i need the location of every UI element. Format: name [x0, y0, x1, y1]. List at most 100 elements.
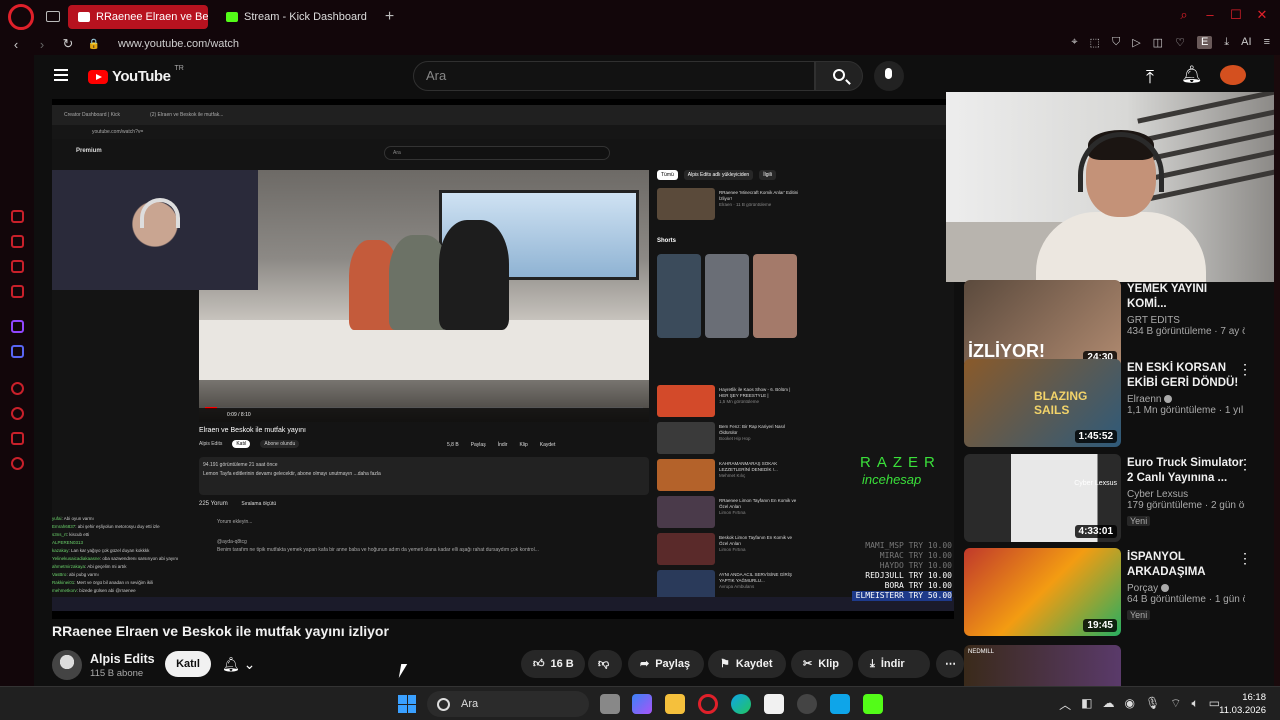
edge-icon[interactable] — [731, 694, 751, 714]
more-actions-button[interactable]: ⋯ — [936, 650, 964, 678]
tab-kick[interactable]: Stream - Kick Dashboard — [216, 5, 377, 29]
recommendation-item[interactable]: BLAZING SAILS 1:45:52 EN ESKİ KORSAN EKİ… — [964, 359, 1254, 451]
sidebar-icon-3[interactable] — [11, 260, 24, 273]
player-icon[interactable]: ▷ — [1132, 36, 1140, 49]
menu-hamburger-icon[interactable] — [54, 69, 68, 81]
taskbar-search[interactable]: Ara — [427, 691, 589, 717]
minimize-button[interactable]: – — [1204, 8, 1216, 21]
video-thumbnail[interactable]: İZLİYOR! 24:30 — [964, 280, 1121, 368]
download-icon[interactable]: ⤓ — [1224, 36, 1229, 49]
maximize-button[interactable]: ☐ — [1230, 8, 1242, 21]
sidebar-icon-1[interactable] — [11, 210, 24, 223]
channel-avatar[interactable] — [52, 650, 82, 680]
tray-app-icon[interactable]: ◧ — [1081, 696, 1092, 713]
forward-icon[interactable]: › — [32, 37, 52, 52]
like-button[interactable]: 👍︎ 16 B — [521, 650, 585, 678]
sidebar-icon-4[interactable] — [11, 285, 24, 298]
crop-icon[interactable]: ⬚ — [1090, 36, 1100, 49]
opera-logo-icon[interactable] — [8, 3, 34, 30]
wifi-icon[interactable]: ⌔ — [1170, 696, 1181, 713]
start-menu-icon[interactable] — [398, 695, 416, 713]
more-options-icon[interactable]: ⋮ — [1238, 362, 1252, 376]
nvidia-icon[interactable]: ◉ — [1124, 696, 1134, 713]
channel-name[interactable]: Alpis Edits — [90, 652, 155, 666]
task-view-icon[interactable] — [600, 694, 620, 714]
settings-icon[interactable] — [11, 457, 24, 470]
share-button[interactable]: ➦ Paylaş — [628, 650, 704, 678]
recommendation-item[interactable]: NEDMILL — [964, 645, 1254, 686]
recommendation-title[interactable]: İSPANYOL ARKADAŞIMA TÜRK... — [1127, 550, 1245, 580]
recommendation-item[interactable]: Cyber Lexsus 4:33:01 Euro Truck Simulato… — [964, 454, 1254, 546]
tab-youtube[interactable]: RRaenee Elraen ve Be — [68, 4, 208, 29]
m365-icon[interactable] — [632, 694, 652, 714]
video-thumbnail[interactable]: 19:45 — [964, 548, 1121, 636]
sidebar-icon-9[interactable] — [11, 432, 24, 445]
chevron-up-icon[interactable]: ︿ — [1059, 696, 1071, 713]
save-button[interactable]: ⚑ Kaydet — [708, 650, 786, 678]
file-explorer-icon[interactable] — [665, 694, 685, 714]
donation-entry: MAMI_MSP TRY 10.00 — [865, 541, 952, 550]
menu-icon[interactable]: ≡ — [1264, 36, 1270, 49]
clip-button[interactable]: ✂ Klip — [791, 650, 853, 678]
search-button[interactable] — [815, 61, 863, 91]
youtube-logo[interactable]: YouTube TR — [88, 65, 184, 85]
extensions-icon[interactable]: ◫ — [1153, 36, 1163, 49]
extension-e-button[interactable]: E — [1196, 36, 1213, 49]
recommendation-title[interactable]: EN ESKİ KORSAN EKİBİ GERİ DÖNDÜ! |... — [1127, 361, 1245, 391]
speaker-icon[interactable]: 🔈︎ — [1191, 696, 1198, 713]
recommendation-item[interactable]: 19:45 İSPANYOL ARKADAŞIMA TÜRK... Porçay… — [964, 548, 1254, 640]
account-avatar[interactable] — [1220, 65, 1246, 85]
recommendation-meta: İSPANYOL ARKADAŞIMA TÜRK... Porçay 64 B … — [1127, 550, 1245, 623]
search-tabs-icon[interactable]: ⌕ — [1178, 8, 1190, 21]
store-icon[interactable] — [764, 694, 784, 714]
history-icon[interactable] — [11, 407, 24, 420]
recommendation-channel[interactable]: Elraenn — [1127, 394, 1245, 405]
voice-search-icon[interactable] — [874, 61, 904, 91]
kick-icon[interactable] — [863, 694, 883, 714]
video-thumbnail[interactable]: BLAZING SAILS 1:45:52 — [964, 359, 1121, 447]
recommendation-channel[interactable]: Cyber Lexsus — [1127, 489, 1245, 500]
search-input[interactable]: Ara — [413, 61, 815, 91]
sidebar-icon-2[interactable] — [11, 235, 24, 248]
close-button[interactable]: ✕ — [1256, 8, 1268, 21]
sidebar-icon-7[interactable] — [11, 382, 24, 395]
subscriber-count: 115 B abone — [90, 668, 144, 679]
join-button[interactable]: Katıl — [165, 651, 211, 677]
url-field[interactable]: www.youtube.com/watch — [118, 38, 239, 50]
camera-icon[interactable] — [830, 694, 850, 714]
opera-taskbar-icon[interactable] — [698, 694, 718, 714]
inner-add-comment: Yorum ekleyin... — [217, 519, 253, 525]
back-icon[interactable]: ‹ — [6, 37, 26, 52]
video-thumbnail[interactable]: Cyber Lexsus 4:33:01 — [964, 454, 1121, 542]
heart-icon[interactable]: ♡ — [1175, 36, 1185, 49]
chat-message: Emrah6837: abi şehir eşliyolun metorosyu… — [52, 524, 160, 529]
snapshot-icon[interactable]: ⌖ — [1071, 36, 1077, 49]
dislike-button[interactable]: 👎︎ — [588, 650, 622, 678]
recommendation-channel[interactable]: GRT EDITS — [1127, 315, 1245, 326]
inner-like: 5,8 B — [447, 442, 459, 448]
notifications-bell-icon[interactable]: 🔔︎ — [1181, 65, 1203, 85]
download-button[interactable]: ⤓ İndir — [858, 650, 930, 678]
shield-icon[interactable]: ⛉ — [1112, 36, 1120, 49]
inner-browser-tabs: Creator Dashboard | Kick (2) Elraen ve B… — [52, 105, 954, 125]
discord-icon[interactable] — [11, 345, 24, 358]
twitch-icon[interactable] — [11, 320, 24, 333]
inner-save: Kaydet — [539, 442, 556, 448]
onedrive-icon[interactable]: ☁ — [1102, 696, 1114, 713]
notification-settings-button[interactable]: 🔔︎ ⌄ — [222, 651, 272, 677]
taskbar-clock[interactable]: 16:18 11.03.2026 — [1219, 691, 1266, 717]
upload-icon[interactable]: ⤒ — [1146, 67, 1154, 88]
more-options-icon[interactable]: ⋮ — [1238, 457, 1252, 471]
ai-button[interactable]: AI — [1241, 36, 1251, 49]
recommendation-channel[interactable]: Porçay — [1127, 583, 1245, 594]
new-tab-button[interactable]: + — [385, 8, 394, 26]
video-player[interactable]: Creator Dashboard | Kick (2) Elraen ve B… — [52, 99, 954, 619]
obs-icon[interactable] — [797, 694, 817, 714]
recommendation-title[interactable]: YEMEK YAYINI KOMİ... — [1127, 282, 1245, 312]
microphone-icon[interactable]: 🎙︎ — [1145, 696, 1160, 713]
reload-icon[interactable]: ↻ — [58, 36, 78, 52]
more-options-icon[interactable]: ⋮ — [1238, 551, 1252, 565]
recommendation-title[interactable]: Euro Truck Simulator 2 Canlı Yayınına ..… — [1127, 456, 1245, 486]
video-thumbnail[interactable]: NEDMILL — [964, 645, 1121, 686]
tab-manager-icon[interactable] — [46, 11, 60, 22]
